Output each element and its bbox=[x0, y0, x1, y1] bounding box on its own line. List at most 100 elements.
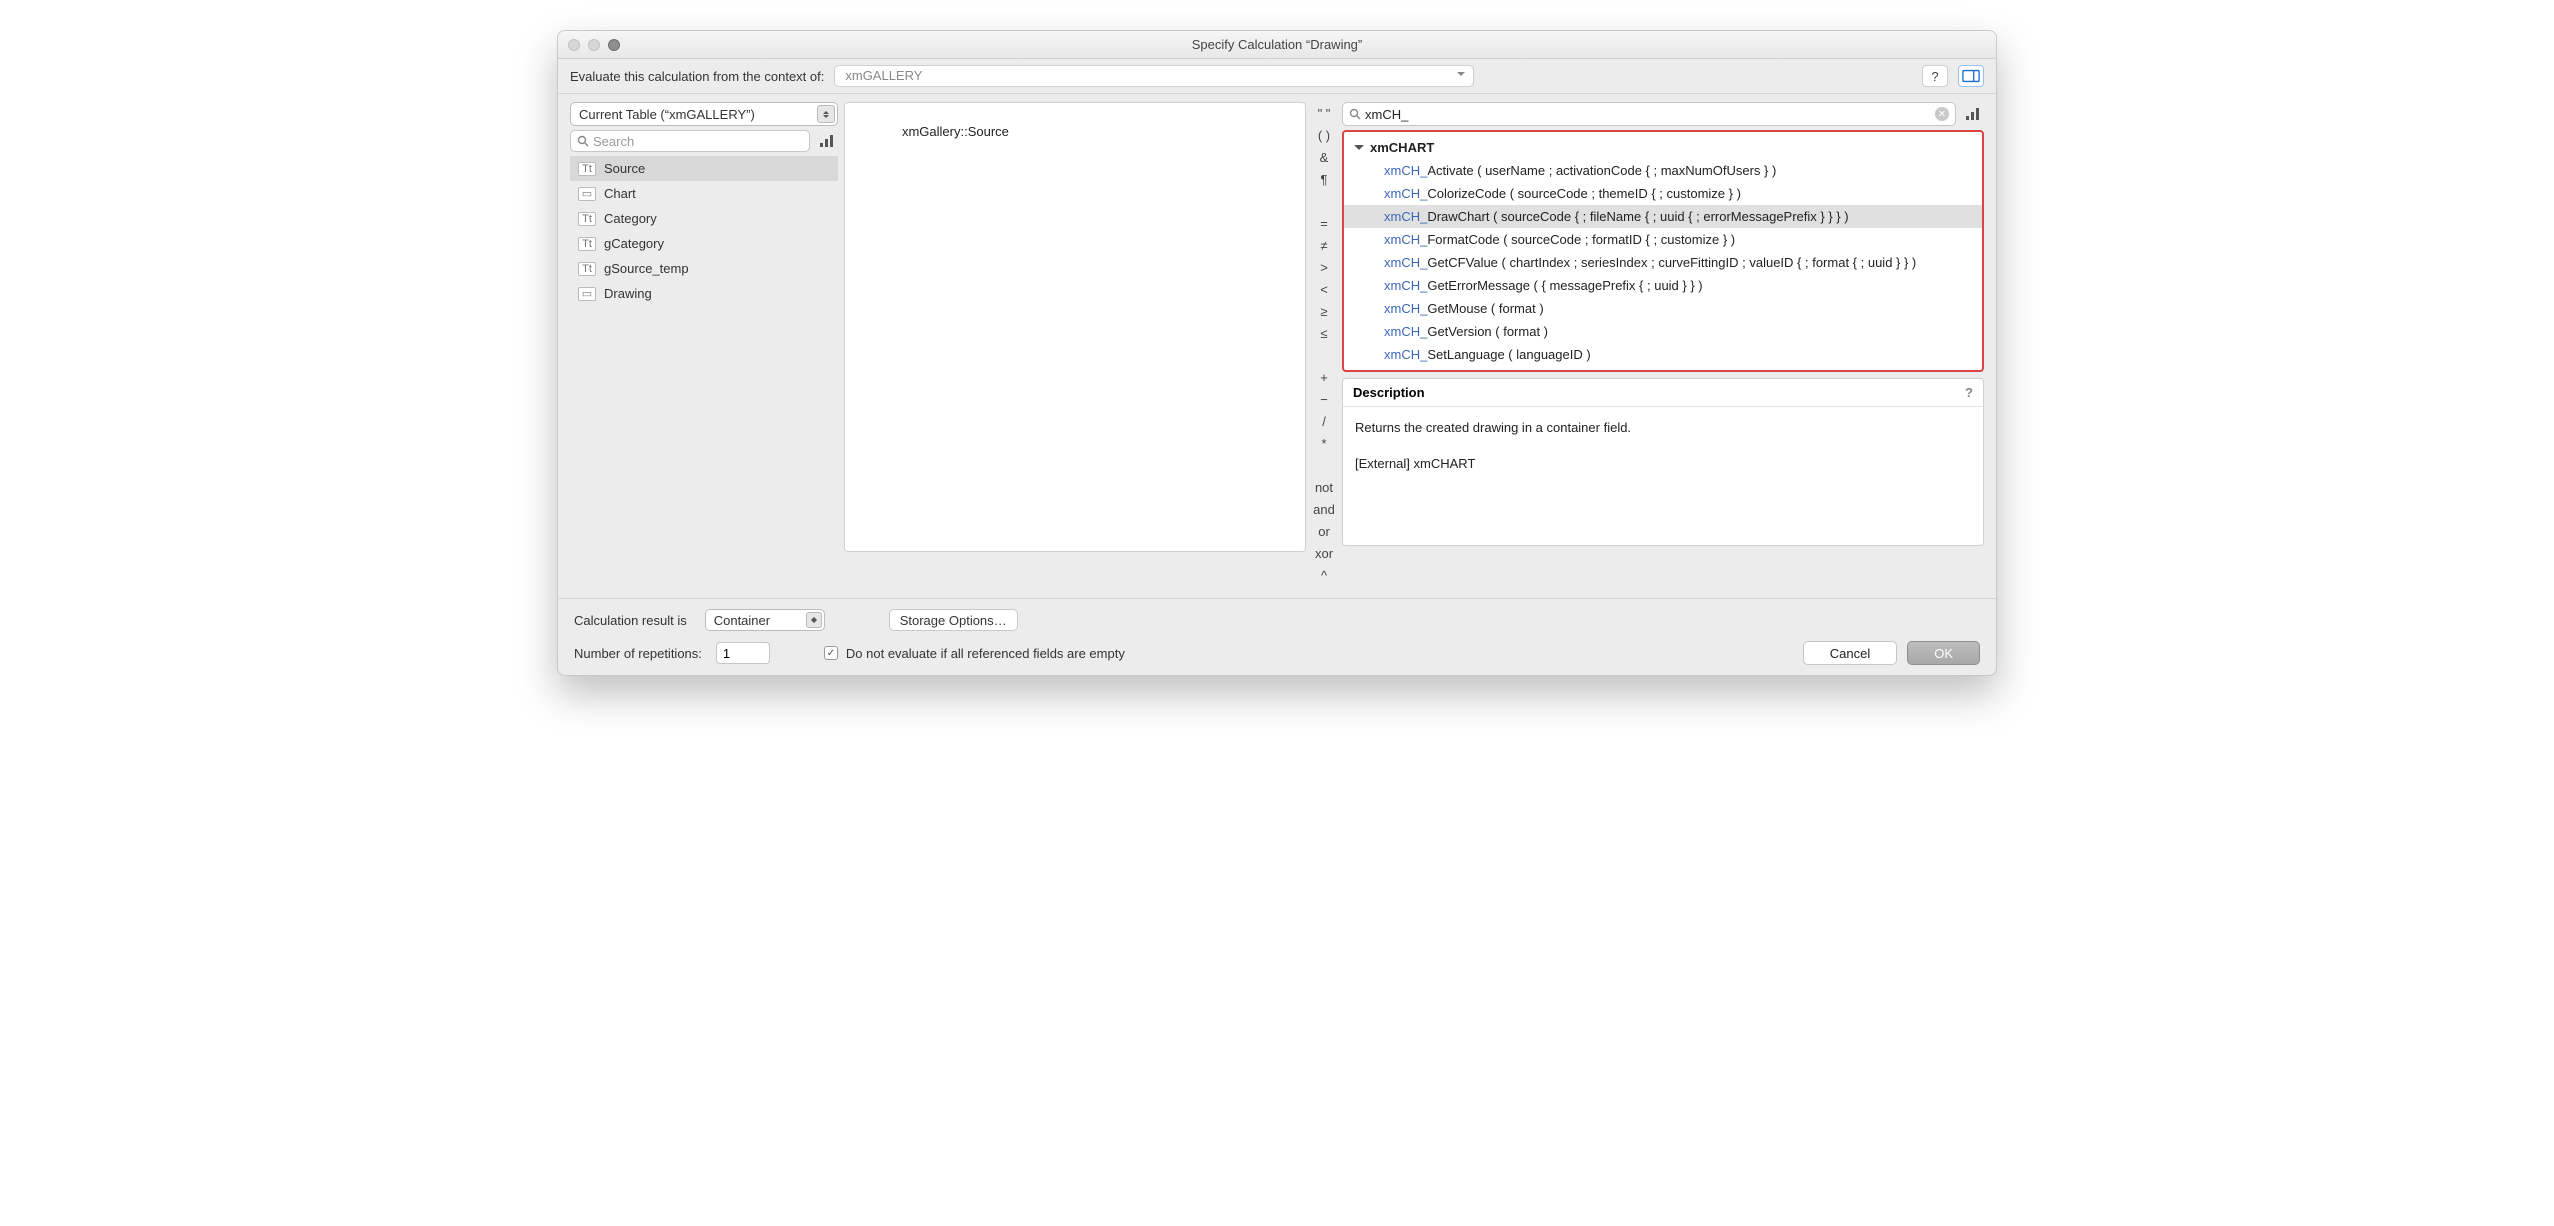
cancel-button[interactable]: Cancel bbox=[1803, 641, 1897, 665]
field-name: Chart bbox=[604, 186, 636, 201]
field-type-icon: Tt bbox=[578, 262, 596, 276]
stepper-icon bbox=[817, 105, 835, 123]
field-list: TtSource▭ChartTtCategoryTtgCategoryTtgSo… bbox=[570, 156, 838, 306]
function-item[interactable]: xmCH_DrawChart ( sourceCode { ; fileName… bbox=[1344, 205, 1982, 228]
function-signature: SetLanguage ( languageID ) bbox=[1427, 347, 1590, 362]
operator-≥[interactable]: ≥ bbox=[1320, 304, 1327, 320]
bars-icon bbox=[819, 134, 835, 148]
titlebar: Specify Calculation “Drawing” bbox=[558, 31, 1996, 59]
help-button[interactable]: ? bbox=[1922, 65, 1948, 87]
function-signature: GetErrorMessage ( { messagePrefix { ; uu… bbox=[1427, 278, 1702, 293]
search-icon bbox=[577, 135, 589, 147]
field-type-icon: Tt bbox=[578, 162, 596, 176]
field-type-icon: ▭ bbox=[578, 187, 596, 201]
operator-≠[interactable]: ≠ bbox=[1320, 238, 1327, 254]
operator-&[interactable]: & bbox=[1320, 150, 1329, 166]
operator-<[interactable]: < bbox=[1320, 282, 1328, 298]
table-select[interactable]: Current Table (“xmGALLERY”) bbox=[570, 102, 838, 126]
description-help-icon[interactable]: ? bbox=[1965, 385, 1973, 400]
field-item[interactable]: ▭ Chart bbox=[570, 181, 838, 206]
operator-/[interactable]: / bbox=[1322, 414, 1326, 430]
field-type-icon: ▭ bbox=[578, 287, 596, 301]
function-sort-button[interactable] bbox=[1962, 103, 1984, 125]
clear-search-icon[interactable]: ✕ bbox=[1935, 107, 1949, 121]
description-panel: Description ? Returns the created drawin… bbox=[1342, 378, 1984, 546]
repetitions-input[interactable] bbox=[716, 642, 770, 664]
field-name: gCategory bbox=[604, 236, 664, 251]
function-item[interactable]: xmCH_GetCFValue ( chartIndex ; seriesInd… bbox=[1344, 251, 1982, 274]
result-type-value: Container bbox=[714, 613, 770, 628]
field-name: Source bbox=[604, 161, 645, 176]
function-signature: GetMouse ( format ) bbox=[1427, 301, 1543, 316]
operator-""[interactable]: " " bbox=[1318, 106, 1331, 122]
function-item[interactable]: xmCH_FormatCode ( sourceCode ; formatID … bbox=[1344, 228, 1982, 251]
dialog-body: Current Table (“xmGALLERY”) Search Tt Sou… bbox=[558, 94, 1996, 598]
function-prefix: xmCH_ bbox=[1384, 347, 1427, 362]
window-title: Specify Calculation “Drawing” bbox=[558, 37, 1996, 52]
description-title: Description bbox=[1353, 385, 1425, 400]
do-not-evaluate-label: Do not evaluate if all referenced fields… bbox=[846, 646, 1125, 661]
formula-editor[interactable]: xmGallery::Source bbox=[844, 102, 1306, 552]
field-sort-button[interactable] bbox=[816, 130, 838, 152]
function-prefix: xmCH_ bbox=[1384, 255, 1427, 270]
operator-¶[interactable]: ¶ bbox=[1321, 172, 1328, 188]
operator-+[interactable]: + bbox=[1320, 370, 1328, 386]
function-signature: GetVersion ( format ) bbox=[1427, 324, 1548, 339]
field-item[interactable]: TtgSource_temp bbox=[570, 256, 838, 281]
operator-palette: " " ( ) & ¶ = ≠ > < ≥ ≤ + − / * not and or xor ^ bbox=[1306, 102, 1342, 588]
description-line-2: [External] xmCHART bbox=[1355, 453, 1971, 475]
function-prefix: xmCH_ bbox=[1384, 232, 1427, 247]
function-item[interactable]: xmCH_SetLanguage ( languageID ) bbox=[1344, 343, 1982, 366]
function-group-header[interactable]: xmCHART bbox=[1344, 136, 1982, 159]
function-prefix: xmCH_ bbox=[1384, 278, 1427, 293]
context-label: Evaluate this calculation from the conte… bbox=[570, 69, 824, 84]
ok-button[interactable]: OK bbox=[1907, 641, 1980, 665]
stepper-icon bbox=[806, 612, 822, 628]
description-line-1: Returns the created drawing in a contain… bbox=[1355, 417, 1971, 439]
field-search-input[interactable]: Search bbox=[570, 130, 810, 152]
function-item[interactable]: xmCH_Activate ( userName ; activationCod… bbox=[1344, 159, 1982, 182]
field-search-placeholder: Search bbox=[593, 134, 634, 149]
function-signature: GetCFValue ( chartIndex ; seriesIndex ; … bbox=[1427, 255, 1916, 270]
context-select[interactable]: xmGALLERY bbox=[834, 65, 1474, 87]
function-list: xmCHART xmCH_Activate ( userName ; activ… bbox=[1342, 130, 1984, 372]
footer: Calculation result is Container Storage … bbox=[558, 598, 1996, 675]
operator-^[interactable]: ^ bbox=[1321, 568, 1327, 584]
field-item[interactable]: TtCategory bbox=[570, 206, 838, 231]
storage-options-button[interactable]: Storage Options… bbox=[889, 609, 1018, 631]
function-item[interactable]: xmCH_GetMouse ( format ) bbox=[1344, 297, 1982, 320]
field-item[interactable]: Tt Source bbox=[570, 156, 838, 181]
toggle-layout-button[interactable] bbox=[1958, 65, 1984, 87]
result-label: Calculation result is bbox=[574, 613, 687, 628]
operator-and[interactable]: and bbox=[1313, 502, 1335, 518]
function-prefix: xmCH_ bbox=[1384, 209, 1427, 224]
operator-not[interactable]: not bbox=[1315, 480, 1333, 496]
result-type-select[interactable]: Container bbox=[705, 609, 825, 631]
function-group-name: xmCHART bbox=[1370, 140, 1434, 155]
split-pane-icon bbox=[1962, 69, 1980, 83]
operator-()[interactable]: ( ) bbox=[1318, 128, 1330, 144]
field-item[interactable]: TtgCategory bbox=[570, 231, 838, 256]
operator->[interactable]: > bbox=[1320, 260, 1328, 276]
functions-panel: xmCH_ ✕ xmCHART xmCH_Activate ( userName… bbox=[1342, 102, 1984, 588]
operator-*[interactable]: * bbox=[1321, 436, 1326, 452]
do-not-evaluate-checkbox[interactable]: ✓ bbox=[824, 646, 838, 660]
operator-≤[interactable]: ≤ bbox=[1320, 326, 1327, 342]
disclosure-triangle-icon bbox=[1354, 145, 1364, 155]
field-name: Category bbox=[604, 211, 657, 226]
function-item[interactable]: xmCH_GetVersion ( format ) bbox=[1344, 320, 1982, 343]
function-prefix: xmCH_ bbox=[1384, 301, 1427, 316]
operator-xor[interactable]: xor bbox=[1315, 546, 1333, 562]
function-item[interactable]: xmCH_ColorizeCode ( sourceCode ; themeID… bbox=[1344, 182, 1982, 205]
fields-panel: Current Table (“xmGALLERY”) Search Tt Sou… bbox=[570, 102, 838, 588]
search-icon bbox=[1349, 108, 1361, 120]
function-signature: DrawChart ( sourceCode { ; fileName { ; … bbox=[1427, 209, 1848, 224]
function-search-input[interactable]: xmCH_ ✕ bbox=[1342, 102, 1956, 126]
operator-=[interactable]: = bbox=[1320, 216, 1328, 232]
function-prefix: xmCH_ bbox=[1384, 186, 1427, 201]
function-item[interactable]: xmCH_GetErrorMessage ( { messagePrefix {… bbox=[1344, 274, 1982, 297]
formula-text: xmGallery::Source bbox=[902, 124, 1009, 139]
operator-or[interactable]: or bbox=[1318, 524, 1330, 540]
field-item[interactable]: ▭Drawing bbox=[570, 281, 838, 306]
operator-−[interactable]: − bbox=[1320, 392, 1328, 408]
